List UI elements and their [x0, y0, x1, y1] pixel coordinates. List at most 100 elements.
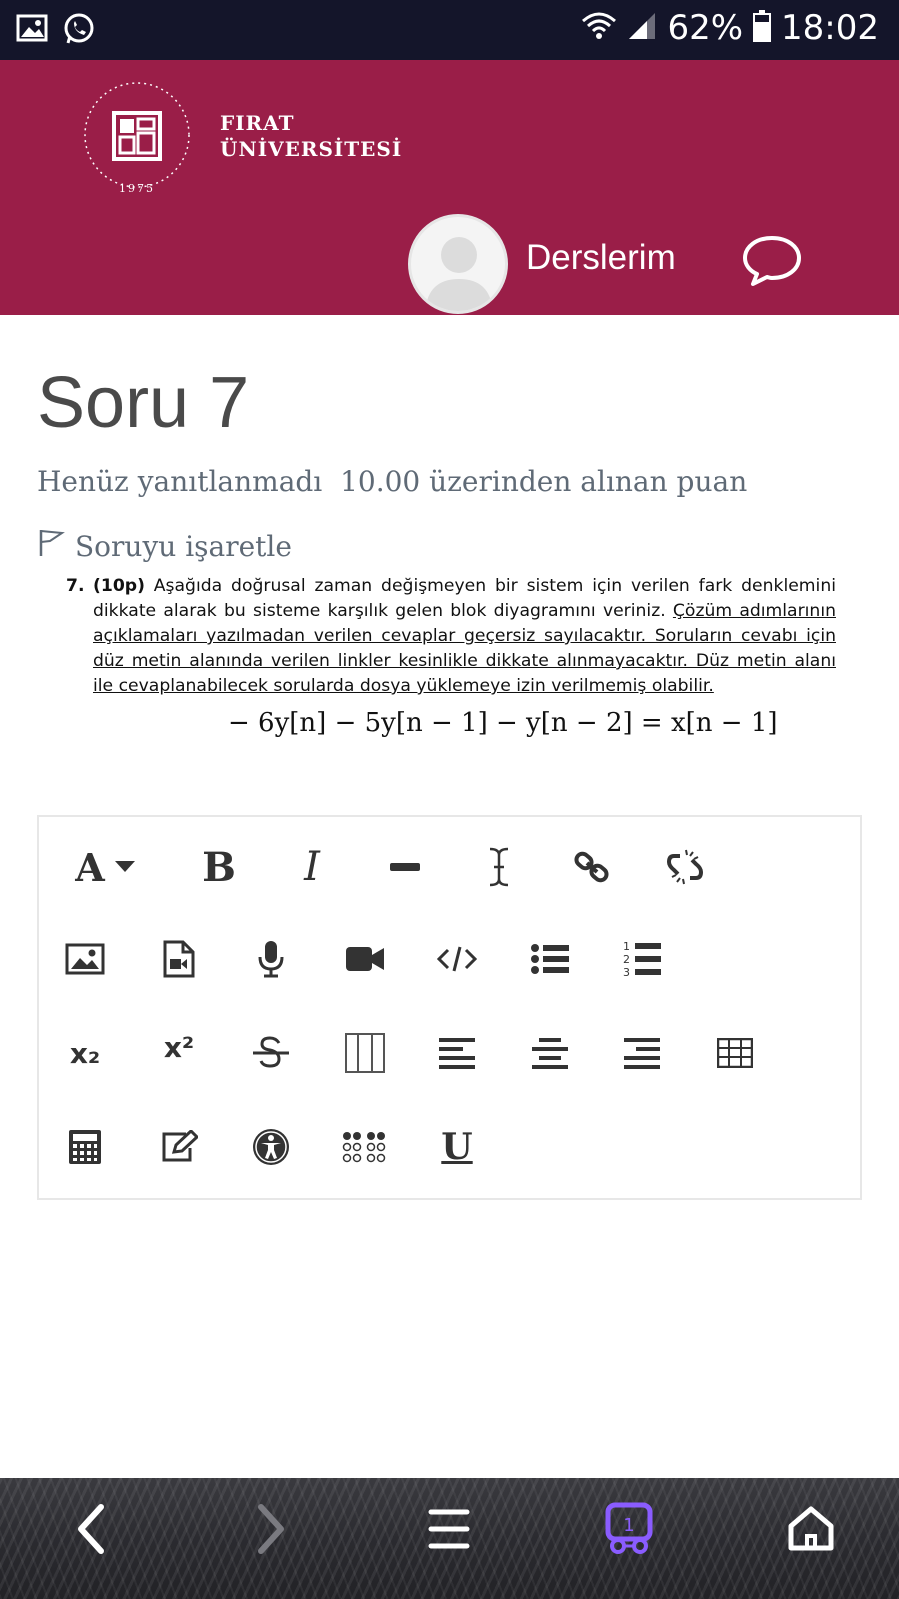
forward-button[interactable] — [236, 1496, 306, 1566]
html-source-button[interactable] — [427, 929, 487, 989]
site-header: 1975 FIRAT ÜNİVERSİTESİ Derslerim — [0, 60, 899, 315]
menu-button[interactable] — [414, 1496, 484, 1566]
clear-formatting-button[interactable] — [469, 837, 529, 897]
align-right-icon — [623, 1037, 661, 1069]
home-button[interactable] — [776, 1496, 846, 1566]
question-info: Henüz yanıtlanmadı 10.00 üzerinden alına… — [37, 465, 747, 498]
bold-button[interactable]: B — [189, 837, 249, 897]
edit-pencil-icon — [160, 1130, 198, 1164]
wifi-icon — [581, 11, 617, 45]
align-center-button[interactable] — [520, 1023, 580, 1083]
calculator-icon — [68, 1129, 102, 1165]
image-icon — [65, 943, 105, 975]
difference-equation: − 6y[n] − 5y[n − 1] − y[n − 2] = x[n − 1… — [228, 708, 778, 738]
manage-files-button[interactable] — [149, 1117, 209, 1177]
university-seal-logo[interactable]: 1975 — [82, 70, 192, 200]
italic-button[interactable]: I — [282, 837, 342, 897]
columns-icon — [344, 1032, 386, 1074]
subscript-label: x₂ — [69, 1036, 101, 1070]
align-left-button[interactable] — [427, 1023, 487, 1083]
question-title: Soru 7 — [37, 363, 250, 443]
user-avatar[interactable] — [408, 214, 508, 314]
insert-media-button[interactable] — [149, 929, 209, 989]
font-style-dropdown[interactable]: A — [65, 837, 145, 897]
font-style-label: A — [75, 844, 105, 890]
italic-label: I — [304, 844, 320, 890]
video-file-icon — [163, 940, 195, 978]
bulleted-list-icon — [531, 943, 569, 975]
back-button[interactable] — [56, 1496, 126, 1566]
flag-icon — [37, 528, 65, 565]
strikethrough-icon — [251, 1035, 291, 1071]
svg-text:3: 3 — [623, 966, 630, 979]
chevron-left-icon — [76, 1504, 106, 1558]
question-status: Henüz yanıtlanmadı — [37, 465, 323, 498]
battery-icon — [753, 10, 772, 46]
flag-question-button[interactable]: Soruyu işaretle — [37, 528, 292, 565]
braille-icon — [342, 1131, 388, 1163]
incognito-tabs-icon: 1 — [603, 1502, 655, 1560]
screen-reader-helper-button[interactable] — [335, 1117, 395, 1177]
align-left-icon — [438, 1037, 476, 1069]
question-points: (10p) — [93, 576, 145, 596]
messages-button[interactable] — [740, 230, 804, 290]
unlink-icon — [666, 848, 704, 886]
svg-text:2: 2 — [623, 953, 630, 966]
underline-button[interactable]: U — [427, 1117, 487, 1177]
code-icon — [437, 945, 477, 973]
svg-text:1: 1 — [623, 1515, 634, 1536]
status-bar: 62% 18:02 — [0, 0, 899, 60]
unlink-button[interactable] — [655, 837, 715, 897]
microphone-icon — [257, 939, 285, 979]
text-cursor-icon — [487, 847, 511, 887]
underline-label: U — [441, 1126, 473, 1168]
columns-button[interactable] — [335, 1023, 395, 1083]
whatsapp-notification-icon — [62, 12, 96, 50]
university-name-line1: FIRAT — [220, 111, 295, 135]
superscript-button[interactable]: x² — [149, 1017, 209, 1077]
battery-percent: 62% — [667, 8, 744, 48]
horizontal-rule-icon — [390, 861, 420, 873]
clock: 18:02 — [781, 8, 879, 48]
numbered-list-icon: 123 — [623, 939, 661, 979]
tabs-button[interactable]: 1 — [594, 1496, 664, 1566]
text-editor[interactable]: A B I 123 x₂ x² U — [37, 815, 862, 1200]
strikethrough-button[interactable] — [241, 1023, 301, 1083]
record-audio-button[interactable] — [241, 929, 301, 989]
flag-label: Soruyu işaretle — [75, 530, 292, 563]
university-name-line2: ÜNİVERSİTESİ — [220, 137, 403, 161]
align-right-button[interactable] — [612, 1023, 672, 1083]
link-icon — [574, 849, 610, 885]
gallery-notification-icon — [16, 12, 48, 50]
question-text: 7. (10p) Aşağıda doğrusal zaman değişmey… — [66, 574, 836, 699]
question-number: 7. — [66, 576, 85, 596]
horizontal-rule-button[interactable] — [375, 837, 435, 897]
unordered-list-button[interactable] — [520, 929, 580, 989]
chat-bubble-icon — [740, 236, 804, 294]
superscript-label: x² — [163, 1030, 195, 1064]
record-video-button[interactable] — [335, 929, 395, 989]
accessibility-icon — [252, 1128, 290, 1166]
chevron-down-icon — [114, 861, 135, 873]
question-grade: 10.00 üzerinden alınan puan — [340, 465, 748, 498]
ordered-list-button[interactable]: 123 — [612, 929, 672, 989]
insert-link-button[interactable] — [562, 837, 622, 897]
insert-table-button[interactable] — [705, 1023, 765, 1083]
equation-editor-button[interactable] — [55, 1117, 115, 1177]
university-name[interactable]: FIRAT ÜNİVERSİTESİ — [220, 110, 402, 162]
my-courses-link[interactable]: Derslerim — [526, 238, 676, 278]
signal-icon — [627, 11, 657, 45]
browser-nav-bar: 1 — [0, 1478, 899, 1599]
bold-label: B — [202, 843, 236, 891]
insert-image-button[interactable] — [55, 929, 115, 989]
align-center-icon — [531, 1037, 569, 1069]
home-icon — [787, 1506, 835, 1556]
chevron-right-icon — [256, 1504, 286, 1558]
hamburger-menu-icon — [428, 1507, 470, 1555]
seal-year: 1975 — [119, 182, 155, 195]
accessibility-checker-button[interactable] — [241, 1117, 301, 1177]
subscript-button[interactable]: x₂ — [55, 1023, 115, 1083]
svg-text:1: 1 — [623, 940, 630, 953]
video-camera-icon — [345, 945, 385, 973]
table-icon — [717, 1038, 753, 1068]
